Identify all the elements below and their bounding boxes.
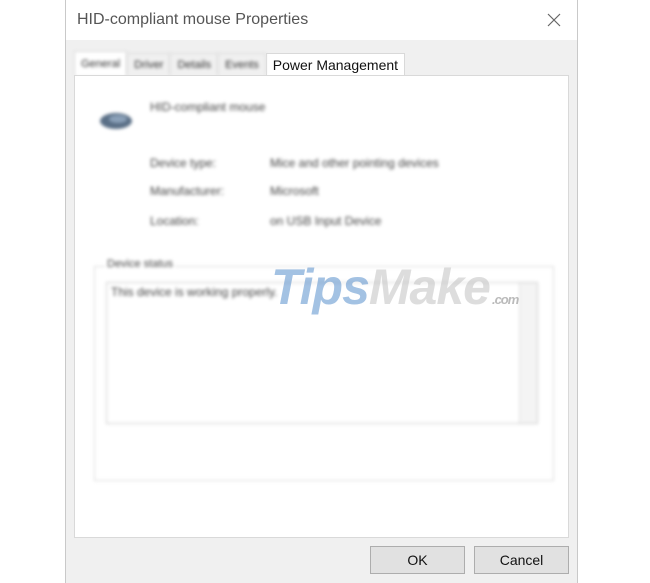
device-status-text: This device is working properly. (111, 285, 278, 299)
window-title: HID-compliant mouse Properties (77, 11, 309, 28)
manufacturer-label: Manufacturer: (150, 184, 225, 198)
close-button[interactable] (531, 0, 577, 40)
tab-details[interactable]: Details (170, 53, 219, 75)
device-status-legend: Device status (105, 258, 176, 270)
desktop: HID-compliant mouse Properties General D… (0, 0, 650, 583)
close-icon (547, 13, 561, 27)
manufacturer-value: Microsoft (270, 184, 319, 198)
mouse-icon (100, 113, 132, 129)
cancel-button[interactable]: Cancel (474, 546, 569, 574)
ok-button[interactable]: OK (370, 546, 465, 574)
properties-dialog: HID-compliant mouse Properties General D… (65, 0, 578, 583)
title-bar: HID-compliant mouse Properties (66, 0, 577, 40)
tab-events[interactable]: Events (218, 53, 266, 75)
device-type-value: Mice and other pointing devices (270, 156, 439, 170)
tab-strip: General Driver Details Events Power Mana… (74, 51, 406, 76)
device-name: HID-compliant mouse (150, 100, 266, 114)
watermark-main: TipsMake (271, 259, 491, 315)
location-label: Location: (150, 214, 199, 228)
location-value: on USB Input Device (270, 214, 382, 228)
status-scrollbar[interactable] (519, 283, 537, 423)
tab-general[interactable]: General (74, 51, 128, 76)
device-type-label: Device type: (150, 156, 217, 170)
tab-driver[interactable]: Driver (127, 53, 171, 75)
watermark-logo: TipsMake .com (271, 258, 519, 316)
watermark-suffix: .com (491, 292, 519, 307)
tab-power-management[interactable]: Power Management (265, 53, 406, 75)
